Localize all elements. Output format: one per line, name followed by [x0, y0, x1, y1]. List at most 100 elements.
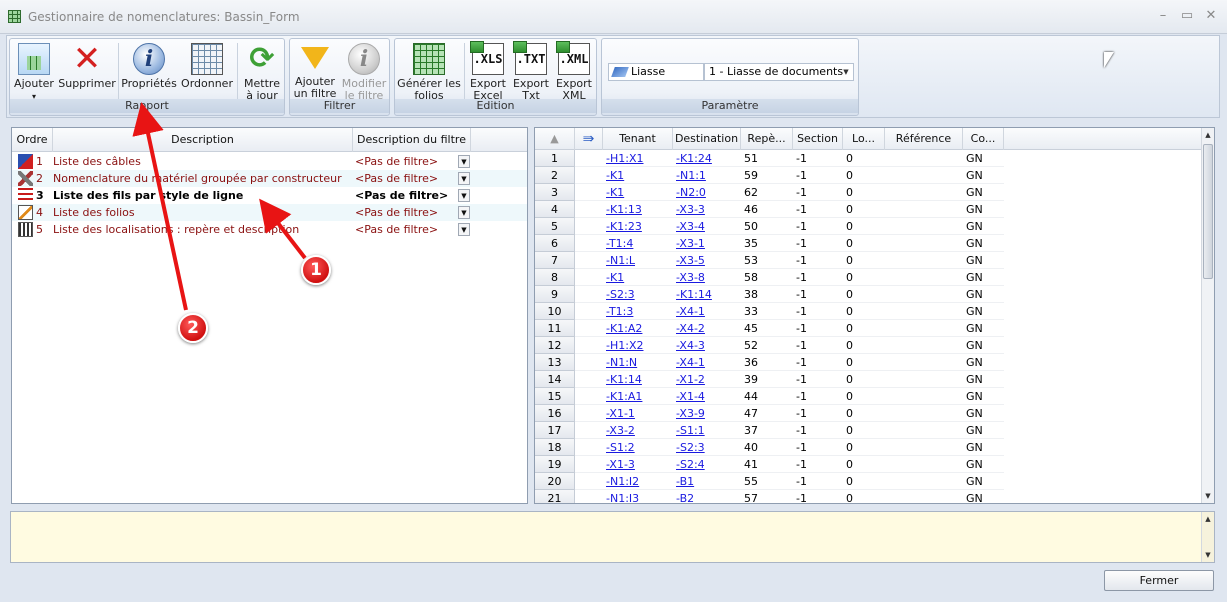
maximize-icon[interactable]: ▭ [1178, 8, 1196, 24]
grid-link-cell[interactable]: -X4-1 [673, 303, 741, 320]
update-button[interactable]: ⟳ Mettre à jour [240, 41, 284, 102]
grid-column-header[interactable]: Repè... [741, 128, 793, 150]
grid-column-header[interactable]: Co... [963, 128, 1004, 150]
grid-link-cell[interactable]: -H1:X2 [603, 337, 673, 354]
properties-button[interactable]: i Propriétés [121, 41, 177, 90]
grid-row[interactable]: 12 -H1:X2 -X4-3 52 -1 0 GN [535, 337, 1203, 354]
grid-row[interactable]: 1 -H1:X1 -K1:24 51 -1 0 GN [535, 150, 1203, 167]
generate-folios-button[interactable]: Générer les folios [397, 41, 461, 102]
grid-link-cell[interactable]: -T1:3 [603, 303, 673, 320]
filter-dropdown-icon[interactable]: ▼ [458, 189, 470, 202]
export-xml-button[interactable]: .XML Export XML [553, 41, 595, 102]
grid-link-cell[interactable]: -K1 [603, 167, 673, 184]
grid-link-cell[interactable]: -B1 [673, 473, 741, 490]
grid-row[interactable]: 20 -N1:I2 -B1 55 -1 0 GN [535, 473, 1203, 490]
scroll-down-icon[interactable]: ▼ [1202, 548, 1214, 562]
add-filter-button[interactable]: Ajouter un filtre [292, 41, 338, 100]
grid-link-cell[interactable]: -K1 [603, 269, 673, 286]
grid-row[interactable]: 2 -K1 -N1:1 59 -1 0 GN [535, 167, 1203, 184]
grid-row[interactable]: 13 -N1:N -X4-1 36 -1 0 GN [535, 354, 1203, 371]
grid-row[interactable]: 3 -K1 -N2:0 62 -1 0 GN [535, 184, 1203, 201]
grid-row[interactable]: 17 -X3-2 -S1:1 37 -1 0 GN [535, 422, 1203, 439]
delete-report-button[interactable]: ✕ Supprimer [58, 41, 116, 90]
grid-row[interactable]: 18 -S1:2 -S2:3 40 -1 0 GN [535, 439, 1203, 456]
close-icon[interactable]: ✕ [1202, 8, 1220, 24]
scroll-up-icon[interactable]: ▲ [1202, 512, 1214, 526]
add-report-button[interactable]: Ajouter ▾ [12, 41, 56, 103]
grid-row[interactable]: 6 -T1:4 -X3-1 35 -1 0 GN [535, 235, 1203, 252]
filter-dropdown-icon[interactable]: ▼ [458, 206, 470, 219]
chevron-down-icon[interactable]: ▼ [839, 64, 853, 80]
grid-row[interactable]: 15 -K1:A1 -X1-4 44 -1 0 GN [535, 388, 1203, 405]
grid-column-header[interactable]: Destination [673, 128, 741, 150]
grid-row[interactable]: 4 -K1:13 -X3-3 46 -1 0 GN [535, 201, 1203, 218]
grid-link-cell[interactable]: -X1-2 [673, 371, 741, 388]
grid-link-cell[interactable]: -K1:14 [603, 371, 673, 388]
grid-link-cell[interactable]: -S2:4 [673, 456, 741, 473]
column-header-order[interactable]: Ordre [12, 128, 53, 152]
arrow-right-icon[interactable]: ⇛ [575, 128, 603, 150]
minimize-icon[interactable]: – [1154, 8, 1172, 24]
description-box[interactable]: ▲ ▼ [10, 511, 1215, 563]
grid-column-header[interactable]: Référence [885, 128, 963, 150]
grid-vertical-scrollbar[interactable]: ▲ ▼ [1201, 128, 1214, 503]
filter-dropdown-icon[interactable]: ▼ [458, 223, 470, 236]
grid-link-cell[interactable]: -X4-3 [673, 337, 741, 354]
grid-column-header[interactable]: Lo... [843, 128, 885, 150]
grid-link-cell[interactable]: -H1:X1 [603, 150, 673, 167]
grid-column-header[interactable]: Section [793, 128, 843, 150]
grid-link-cell[interactable]: -N1:N [603, 354, 673, 371]
report-row[interactable]: 1 Liste des câbles <Pas de filtre> ▼ [12, 153, 527, 170]
grid-row[interactable]: 7 -N1:L -X3-5 53 -1 0 GN [535, 252, 1203, 269]
grid-link-cell[interactable]: -S1:2 [603, 439, 673, 456]
grid-link-cell[interactable]: -S2:3 [673, 439, 741, 456]
grid-row[interactable]: 10 -T1:3 -X4-1 33 -1 0 GN [535, 303, 1203, 320]
scroll-thumb[interactable] [1203, 144, 1213, 279]
grid-link-cell[interactable]: -S1:1 [673, 422, 741, 439]
grid-link-cell[interactable]: -X1-4 [673, 388, 741, 405]
report-row[interactable]: 2 Nomenclature du matériel groupée par co… [12, 170, 527, 187]
grid-row[interactable]: 5 -K1:23 -X3-4 50 -1 0 GN [535, 218, 1203, 235]
grid-link-cell[interactable]: -T1:4 [603, 235, 673, 252]
grid-link-cell[interactable]: -X3-4 [673, 218, 741, 235]
grid-column-header[interactable]: Tenant [603, 128, 673, 150]
grid-row[interactable]: 16 -X1-1 -X3-9 47 -1 0 GN [535, 405, 1203, 422]
grid-link-cell[interactable]: -B2 [673, 490, 741, 503]
grid-link-cell[interactable]: -S2:3 [603, 286, 673, 303]
grid-link-cell[interactable]: -X3-5 [673, 252, 741, 269]
report-row[interactable]: 4 Liste des folios <Pas de filtre> ▼ [12, 204, 527, 221]
edit-filter-button[interactable]: i Modifier le filtre [340, 41, 388, 102]
grid-link-cell[interactable]: -X3-1 [673, 235, 741, 252]
grid-link-cell[interactable]: -X1-3 [603, 456, 673, 473]
grid-link-cell[interactable]: -K1:13 [603, 201, 673, 218]
grid-row[interactable]: 11 -K1:A2 -X4-2 45 -1 0 GN [535, 320, 1203, 337]
grid-link-cell[interactable]: -K1:A1 [603, 388, 673, 405]
grid-link-cell[interactable]: -N1:I3 [603, 490, 673, 503]
grid-link-cell[interactable]: -X4-2 [673, 320, 741, 337]
grid-link-cell[interactable]: -N1:I2 [603, 473, 673, 490]
grid-row[interactable]: 19 -X1-3 -S2:4 41 -1 0 GN [535, 456, 1203, 473]
scroll-down-icon[interactable]: ▼ [1202, 489, 1214, 503]
grid-row[interactable]: 9 -S2:3 -K1:14 38 -1 0 GN [535, 286, 1203, 303]
column-header-filter[interactable]: Description du filtre [353, 128, 471, 152]
close-button[interactable]: Fermer [1104, 570, 1214, 591]
grid-row[interactable]: 21 -N1:I3 -B2 57 -1 0 GN [535, 490, 1203, 503]
grid-link-cell[interactable]: -N1:1 [673, 167, 741, 184]
grid-link-cell[interactable]: -K1:23 [603, 218, 673, 235]
grid-row[interactable]: 14 -K1:14 -X1-2 39 -1 0 GN [535, 371, 1203, 388]
grid-link-cell[interactable]: -N2:0 [673, 184, 741, 201]
scroll-up-icon[interactable]: ▲ [1202, 128, 1214, 142]
grid-link-cell[interactable]: -N1:L [603, 252, 673, 269]
sort-up-icon[interactable]: ▲ [535, 128, 575, 150]
grid-link-cell[interactable]: -X3-9 [673, 405, 741, 422]
liasse-select[interactable]: 1 - Liasse de documents ▼ [704, 63, 854, 81]
description-scrollbar[interactable]: ▲ ▼ [1201, 512, 1214, 562]
column-header-description[interactable]: Description [53, 128, 353, 152]
grid-link-cell[interactable]: -K1:14 [673, 286, 741, 303]
filter-dropdown-icon[interactable]: ▼ [458, 155, 470, 168]
export-excel-button[interactable]: .XLS Export Excel [467, 41, 509, 102]
grid-row[interactable]: 8 -K1 -X3-8 58 -1 0 GN [535, 269, 1203, 286]
grid-link-cell[interactable]: -X3-2 [603, 422, 673, 439]
filter-dropdown-icon[interactable]: ▼ [458, 172, 470, 185]
grid-link-cell[interactable]: -K1 [603, 184, 673, 201]
